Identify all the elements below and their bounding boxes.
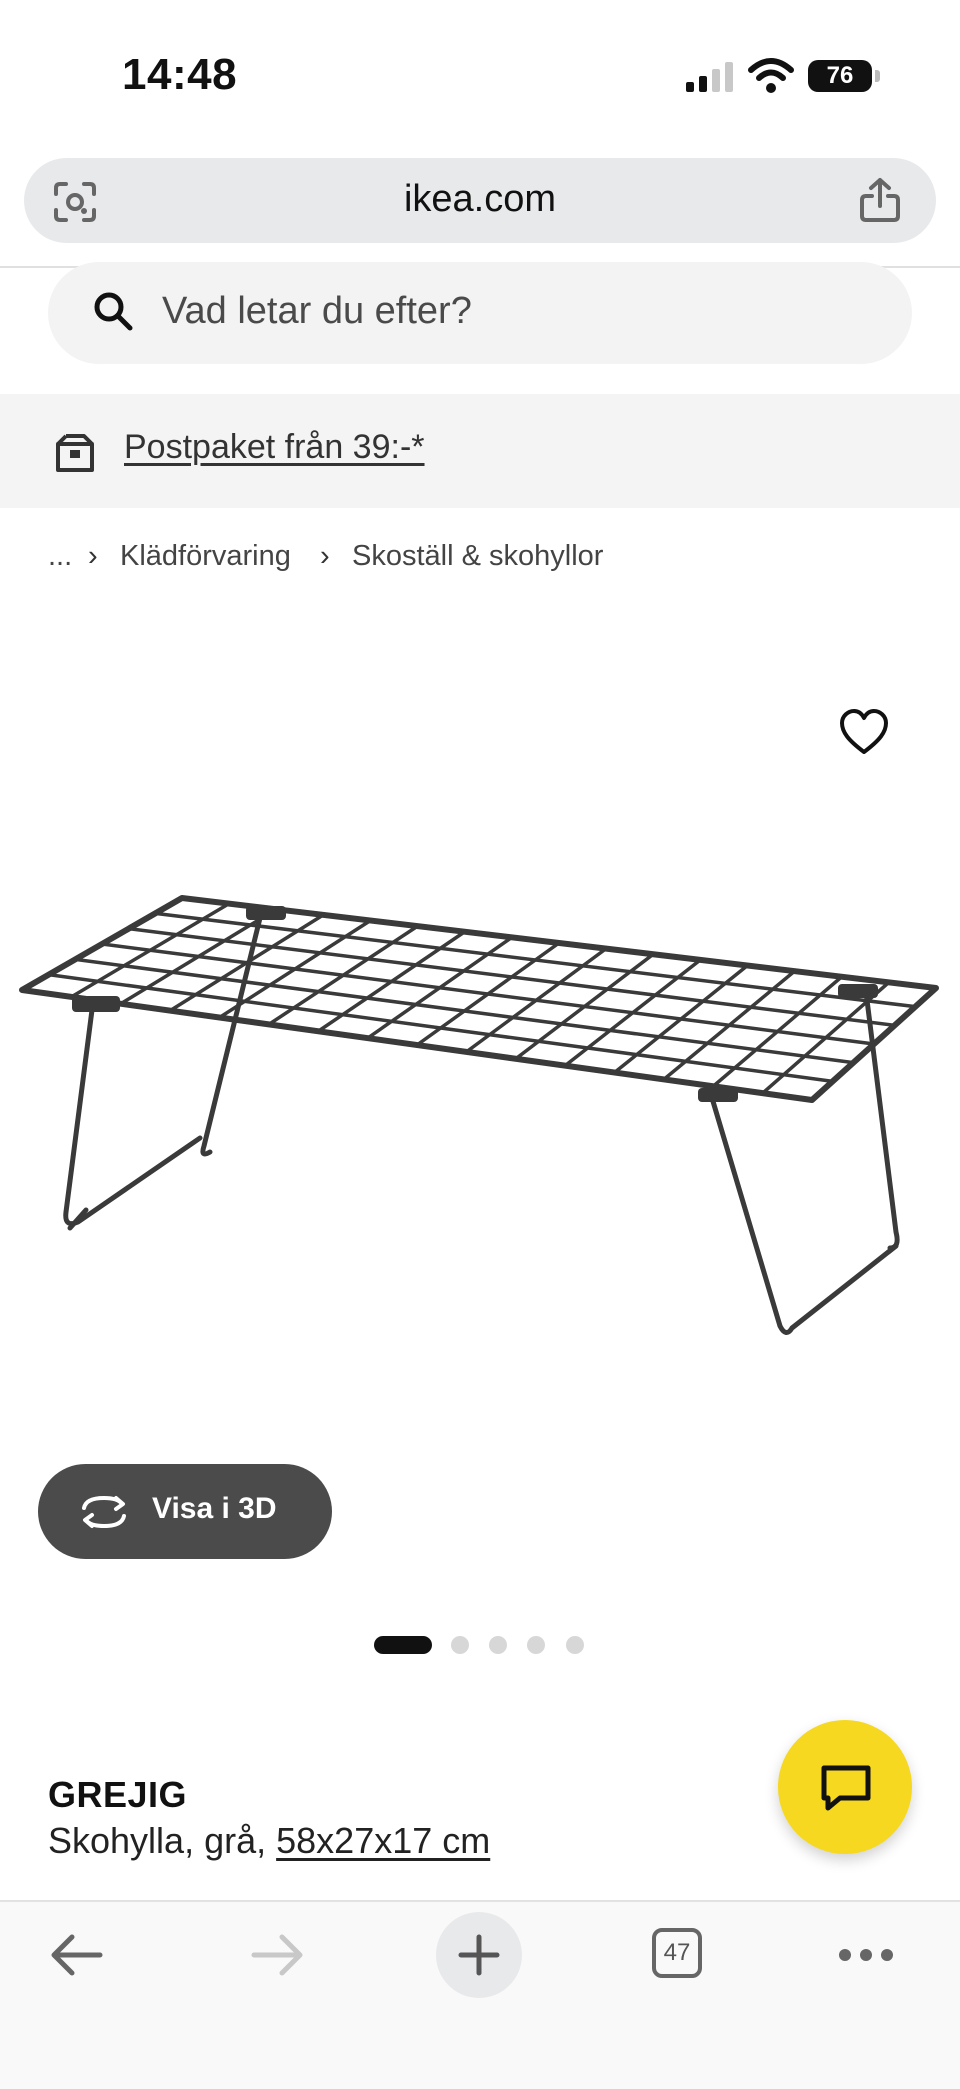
view-3d-label: Visa i 3D xyxy=(152,1492,277,1525)
address-bar[interactable]: ikea.com xyxy=(24,158,936,243)
battery-indicator: 76 xyxy=(808,60,880,92)
breadcrumb-klader[interactable]: Klädförvaring xyxy=(120,540,291,573)
forward-arrow-icon[interactable] xyxy=(250,1932,306,1983)
browser-toolbar: 47 xyxy=(0,1900,960,2089)
view-3d-button[interactable]: Visa i 3D xyxy=(38,1464,332,1559)
chat-button[interactable] xyxy=(778,1720,912,1854)
chat-icon xyxy=(820,1764,872,1817)
carousel-dot[interactable] xyxy=(374,1636,432,1654)
breadcrumb-skostall[interactable]: Skoställ & skohyllor xyxy=(352,540,603,573)
product-image[interactable] xyxy=(0,860,960,1365)
breadcrumb-more[interactable]: ... xyxy=(48,540,72,573)
back-arrow-icon[interactable] xyxy=(48,1932,104,1983)
search-icon xyxy=(92,290,136,339)
carousel-dot[interactable] xyxy=(451,1636,469,1654)
shipping-banner[interactable]: Postpaket från 39:-* xyxy=(0,394,960,508)
new-tab-button[interactable] xyxy=(436,1912,522,1998)
tabs-icon[interactable]: 47 xyxy=(652,1928,702,1978)
carousel-dot[interactable] xyxy=(566,1636,584,1654)
search-field[interactable]: Vad letar du efter? xyxy=(48,262,912,364)
plus-icon xyxy=(457,1933,501,1982)
product-name: GREJIG xyxy=(48,1774,188,1815)
url-text[interactable]: ikea.com xyxy=(24,178,936,221)
parcel-icon xyxy=(54,432,96,479)
shipping-link[interactable]: Postpaket från 39:-* xyxy=(124,428,425,467)
product-type: Skohylla, grå, xyxy=(48,1820,277,1861)
wifi-icon xyxy=(748,58,794,99)
chevron-right-icon: › xyxy=(320,540,330,572)
product-description: Skohylla, grå, 58x27x17 cm xyxy=(48,1820,490,1862)
more-icon[interactable] xyxy=(838,1948,894,1967)
carousel-dot[interactable] xyxy=(489,1636,507,1654)
carousel-dot[interactable] xyxy=(527,1636,545,1654)
product-dimensions-link[interactable]: 58x27x17 cm xyxy=(276,1820,490,1861)
signal-icon xyxy=(686,60,736,99)
heart-icon[interactable] xyxy=(838,708,890,761)
share-icon[interactable] xyxy=(858,176,902,229)
chevron-right-icon: › xyxy=(88,540,98,572)
rotate-3d-icon xyxy=(78,1492,130,1537)
status-time: 14:48 xyxy=(122,50,238,99)
search-placeholder[interactable]: Vad letar du efter? xyxy=(162,290,472,333)
